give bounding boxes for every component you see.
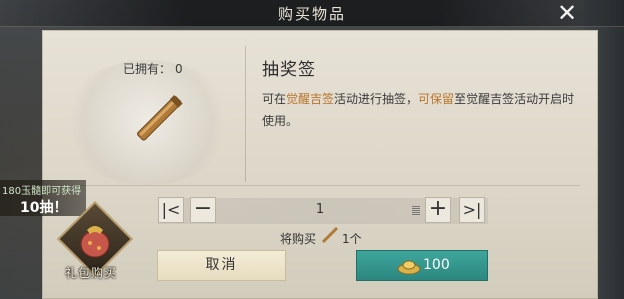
gift-bag-icon[interactable] — [78, 218, 112, 258]
minus-icon[interactable]: − — [190, 197, 216, 223]
close-icon[interactable]: ✕ — [554, 0, 580, 26]
desc-text-1: 可在 — [262, 92, 287, 106]
desc-highlight-event: 觉醒吉签 — [286, 92, 335, 106]
desc-highlight-keep: 可保留 — [418, 92, 455, 106]
owned-label: 已拥有： — [123, 62, 172, 76]
buy-button[interactable]: 100 — [356, 250, 488, 281]
buy-count: 1个 — [342, 232, 362, 246]
item-description: 可在觉醒吉签活动进行抽签，可保留至觉醒吉签活动开启时使用。 — [262, 88, 582, 132]
skip-to-max-icon[interactable]: >| — [459, 197, 485, 223]
ingot-icon — [397, 260, 421, 275]
lottery-stick-icon — [136, 94, 183, 141]
slider-handle[interactable] — [412, 205, 420, 215]
section-divider — [60, 185, 580, 186]
item-name: 抽奖签 — [262, 60, 316, 80]
skip-to-min-icon[interactable]: |< — [158, 197, 184, 223]
promo-text: 180玉髓即可获得 — [2, 186, 82, 197]
quantity-value: 1 — [315, 202, 325, 217]
plus-icon[interactable]: + — [425, 197, 451, 223]
owned-value: 0 — [175, 62, 183, 76]
dialog-title: 购买物品 — [277, 5, 346, 23]
will-buy-label: 将购买 — [280, 232, 317, 246]
title-bar: 购买物品 — [0, 0, 624, 27]
desc-text-2: 活动进行抽签， — [334, 92, 419, 106]
lottery-stick-small-icon — [321, 226, 339, 244]
promo-highlight: 10抽！ — [20, 200, 68, 216]
gift-purchase-label[interactable]: 礼包购买 — [65, 264, 117, 281]
cancel-button[interactable]: 取消 — [157, 250, 286, 281]
buy-price: 100 — [423, 257, 450, 273]
info-divider — [245, 46, 246, 182]
owned-count: 已拥有： 0 — [123, 60, 183, 77]
